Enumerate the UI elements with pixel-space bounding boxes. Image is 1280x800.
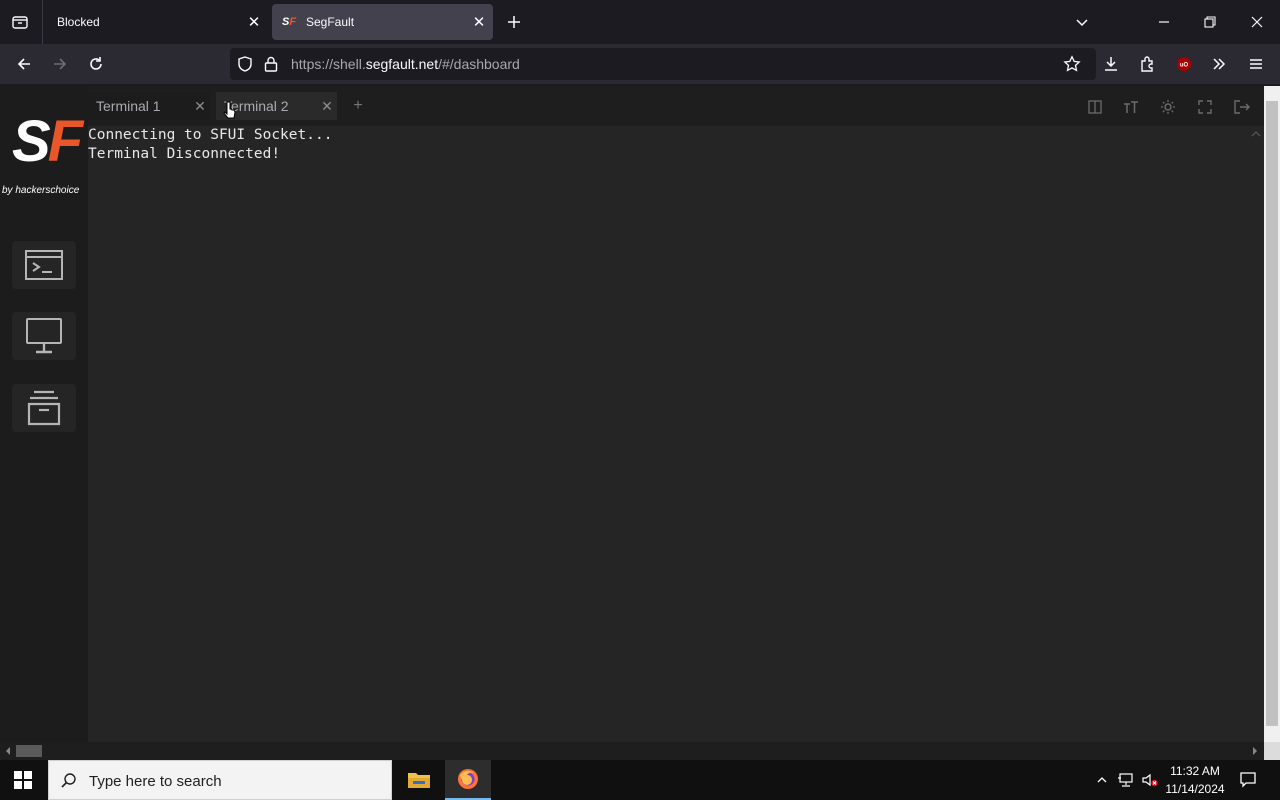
scrollbar-corner — [1264, 742, 1280, 760]
font-size-icon[interactable] — [1122, 98, 1140, 116]
tracking-shield-icon[interactable] — [236, 55, 254, 73]
lock-icon[interactable] — [263, 55, 279, 73]
tab-list-icon[interactable] — [4, 6, 36, 38]
scroll-left-arrow-icon[interactable] — [1, 742, 15, 760]
url-suffix: /#/dashboard — [438, 56, 520, 72]
archive-button[interactable] — [12, 384, 76, 432]
clock-time: 11:32 AM — [1170, 764, 1220, 778]
system-clock[interactable]: 11:32 AM 11/14/2024 — [1164, 762, 1226, 798]
scroll-right-arrow-icon[interactable] — [1248, 742, 1262, 760]
firefox-taskbar-button[interactable] — [445, 760, 491, 800]
vertical-scrollbar[interactable] — [1264, 86, 1280, 742]
windows-start-button[interactable] — [0, 760, 46, 800]
terminal-line: Terminal Disconnected! — [88, 146, 281, 162]
page-content: SF by hackerschoice Terminal 1 ✕ Termina… — [0, 86, 1264, 742]
taskbar-search-box[interactable]: Type here to search — [48, 760, 392, 800]
ublock-origin-icon[interactable]: uO — [1168, 48, 1200, 80]
fullscreen-icon[interactable] — [1196, 98, 1214, 116]
downloads-icon[interactable] — [1095, 48, 1127, 80]
folder-icon — [408, 773, 430, 788]
extensions-puzzle-icon[interactable] — [1132, 48, 1164, 80]
terminal-button[interactable] — [12, 241, 76, 289]
search-placeholder: Type here to search — [89, 773, 222, 790]
segfault-logo: SF — [12, 109, 83, 174]
terminal-tab-bar: Terminal 1 ✕ Terminal 2 ✕ + — [88, 92, 1264, 120]
firefox-icon — [458, 769, 478, 789]
segfault-favicon-icon: SF — [282, 16, 297, 28]
close-icon[interactable]: ✕ — [465, 8, 493, 36]
browser-tab-blocked[interactable]: Blocked ✕ — [42, 0, 268, 44]
browser-tab-strip: Blocked ✕ SF SegFault ✕ — [0, 0, 1280, 44]
add-terminal-tab-button[interactable]: + — [350, 98, 366, 114]
forward-icon[interactable] — [44, 48, 76, 80]
minimize-icon[interactable] — [1148, 6, 1180, 38]
volume-muted-icon[interactable] — [1138, 760, 1162, 800]
search-icon — [61, 773, 76, 788]
url-domain: segfault.net — [365, 56, 439, 72]
terminal-line: Connecting to SFUI Socket... — [88, 127, 333, 143]
browser-tab-label: SegFault — [306, 15, 355, 29]
logo-subtitle: by hackerschoice — [2, 185, 80, 196]
window-close-icon[interactable] — [1241, 6, 1273, 38]
close-icon[interactable]: ✕ — [240, 8, 268, 36]
file-explorer-taskbar-button[interactable] — [396, 760, 442, 800]
bookmark-star-icon[interactable] — [1063, 55, 1081, 73]
reload-icon[interactable] — [80, 48, 112, 80]
theme-sun-icon[interactable] — [1159, 98, 1177, 116]
url-bar[interactable]: https://shell.segfault.net/#/dashboard — [230, 48, 1096, 80]
terminal-output[interactable]: Connecting to SFUI Socket... Terminal Di… — [88, 126, 1248, 742]
restore-icon[interactable] — [1194, 6, 1226, 38]
chevron-down-icon[interactable] — [1066, 6, 1098, 38]
horizontal-scrollbar[interactable] — [0, 742, 1264, 760]
close-icon[interactable]: ✕ — [317, 98, 337, 115]
scroll-up-arrow-icon — [1251, 131, 1261, 137]
monitor-icon — [26, 318, 62, 354]
browser-tab-segfault[interactable]: SF SegFault ✕ — [272, 4, 493, 40]
back-icon[interactable] — [8, 48, 40, 80]
split-view-icon[interactable] — [1086, 98, 1104, 116]
windows-logo-icon — [14, 771, 32, 789]
url-prefix: https://shell. — [291, 56, 366, 72]
close-icon[interactable]: ✕ — [190, 98, 210, 115]
horizontal-scroll-thumb[interactable] — [16, 745, 42, 757]
more-tools-chevron-icon[interactable] — [1203, 48, 1235, 80]
vertical-scroll-thumb[interactable] — [1266, 101, 1278, 726]
clock-date: 11/14/2024 — [1165, 782, 1225, 796]
show-hidden-icons-chevron-icon[interactable] — [1090, 760, 1114, 800]
mouse-cursor-icon — [223, 101, 236, 119]
desktop-button[interactable] — [12, 312, 76, 360]
logo-letter-s: S — [12, 109, 51, 174]
navigation-bar: https://shell.segfault.net/#/dashboard u… — [0, 44, 1280, 84]
archive-box-icon — [27, 390, 61, 426]
sidebar: SF by hackerschoice — [0, 86, 88, 742]
terminal-icon — [25, 250, 63, 280]
notification-center-icon[interactable] — [1236, 760, 1260, 800]
logout-icon[interactable] — [1233, 98, 1251, 116]
hamburger-menu-icon[interactable] — [1240, 48, 1272, 80]
logo-letter-f: F — [47, 109, 83, 174]
new-tab-plus-icon[interactable] — [498, 6, 530, 38]
url-text[interactable]: https://shell.segfault.net/#/dashboard — [291, 56, 520, 72]
terminal-scrollbar[interactable] — [1248, 126, 1264, 742]
network-icon[interactable] — [1114, 760, 1138, 800]
tab-terminal-1[interactable]: Terminal 1 ✕ — [88, 92, 210, 120]
browser-tab-label: Blocked — [57, 15, 100, 29]
windows-taskbar: Type here to search 11:32 AM 11/14/2024 — [0, 760, 1280, 800]
terminal-tab-label: Terminal 1 — [96, 98, 161, 114]
svg-text:uO: uO — [1180, 63, 1189, 69]
